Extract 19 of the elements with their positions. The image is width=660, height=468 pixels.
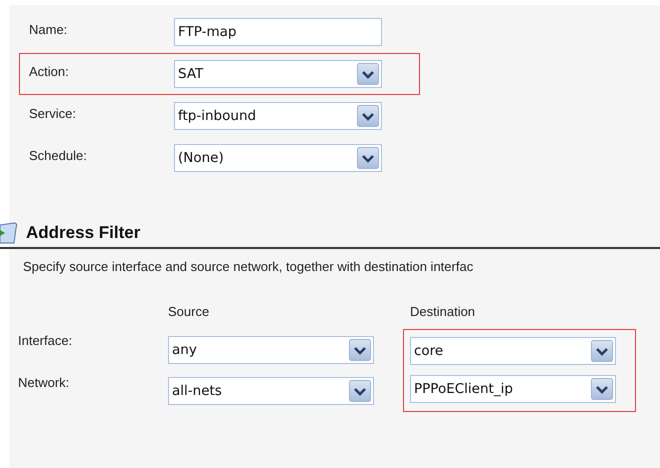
section-title: Address Filter [26,223,140,243]
dropdown[interactable]: SAT [174,60,382,88]
column-header: Destination [410,304,476,321]
section-description: Specify source interface and source network, together with destination interfac [22,258,474,274]
dropdown[interactable]: core [410,337,616,365]
field-label: Schedule: [29,147,88,163]
text-input[interactable]: FTP-map [174,18,382,46]
dropdown[interactable]: (None) [174,144,382,172]
document-icon [0,222,18,244]
field-label: Interface: [18,332,74,348]
dropdown[interactable]: all-nets [168,377,374,406]
dropdown[interactable]: PPPoEClient_ip [410,375,616,403]
dropdown[interactable]: ftp-inbound [174,102,382,130]
column-header: Source [168,304,210,321]
field-label: Service: [29,105,77,121]
dropdown[interactable]: any [168,336,374,364]
field-label: Action: [29,63,70,79]
field-label: Name: [29,21,68,37]
field-label: Network: [18,374,70,390]
